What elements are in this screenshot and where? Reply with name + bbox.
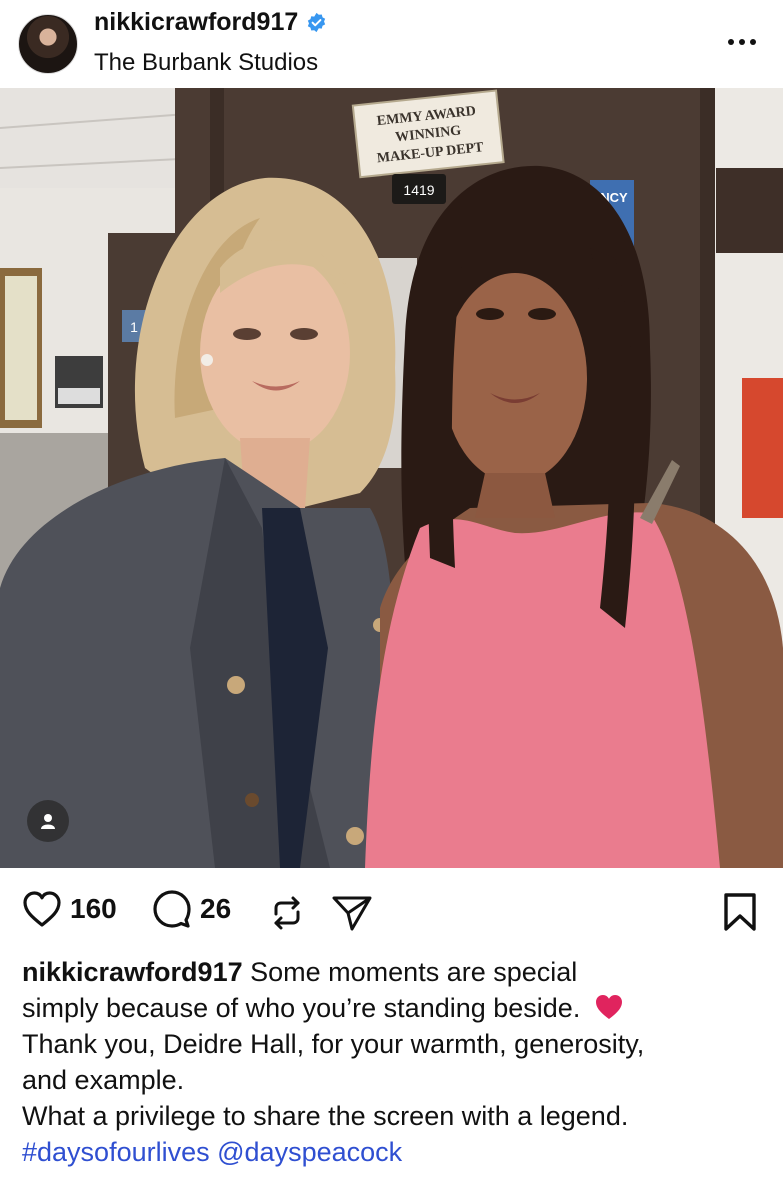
post-actions: 160 26 bbox=[0, 868, 783, 958]
avatar[interactable] bbox=[18, 14, 78, 74]
bookmark-icon[interactable] bbox=[722, 892, 758, 932]
caption-line-2: simply because of who you’re standing be… bbox=[22, 990, 762, 1026]
caption-tags-line: #daysofourlives @dayspeacock bbox=[22, 1134, 762, 1170]
more-options-icon[interactable] bbox=[725, 18, 759, 48]
caption-text-3: Thank you, Deidre Hall, for your warmth,… bbox=[22, 1029, 645, 1059]
hashtag-link[interactable]: #daysofourlives bbox=[22, 1137, 210, 1167]
post-header: nikkicrawford917 The Burbank Studios bbox=[0, 0, 783, 88]
repost-icon[interactable] bbox=[267, 894, 307, 932]
caption-username[interactable]: nikkicrawford917 bbox=[22, 957, 243, 987]
caption-line-1: nikkicrawford917 Some moments are specia… bbox=[22, 954, 762, 990]
share-icon[interactable] bbox=[331, 894, 373, 932]
like-count[interactable]: 160 bbox=[70, 893, 117, 925]
username-link[interactable]: nikkicrawford917 bbox=[94, 8, 298, 37]
post-photo[interactable]: 1 NCY EMMY AWARD WINNING MAKE-UP DEPT 14… bbox=[0, 88, 783, 868]
heart-icon bbox=[23, 891, 61, 927]
user-tag-icon bbox=[41, 814, 55, 829]
location-link[interactable]: The Burbank Studios bbox=[94, 49, 318, 77]
user-tag-button[interactable] bbox=[27, 800, 69, 842]
caption-text-5: What a privilege to share the screen wit… bbox=[22, 1101, 629, 1131]
username-row: nikkicrawford917 bbox=[94, 8, 327, 37]
verified-badge-icon bbox=[308, 12, 326, 33]
mention-link[interactable]: @dayspeacock bbox=[217, 1137, 402, 1167]
comment-count[interactable]: 26 bbox=[200, 893, 231, 925]
caption-text-1: Some moments are special bbox=[250, 957, 578, 987]
caption-text-4: and example. bbox=[22, 1065, 185, 1095]
red-heart-emoji-icon bbox=[595, 995, 622, 1019]
door-number: 1 bbox=[130, 319, 138, 335]
post-caption: nikkicrawford917 Some moments are specia… bbox=[22, 954, 762, 1170]
room-number: 1419 bbox=[403, 182, 434, 198]
caption-text-2: simply because of who you’re standing be… bbox=[22, 993, 581, 1023]
comment-icon bbox=[153, 890, 191, 928]
like-button[interactable]: 160 bbox=[22, 890, 117, 928]
comment-button[interactable]: 26 bbox=[152, 890, 231, 928]
